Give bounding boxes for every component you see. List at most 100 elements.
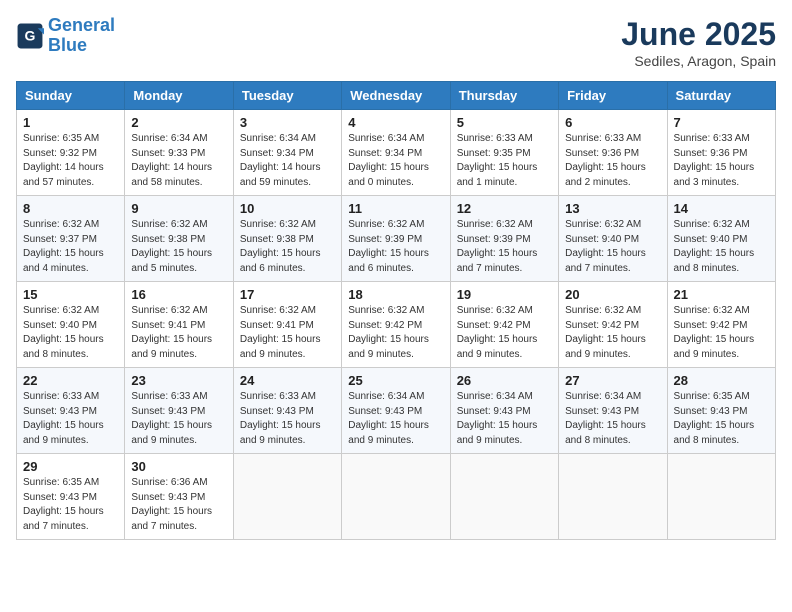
title-block: June 2025 Sediles, Aragon, Spain: [621, 16, 776, 69]
calendar-header-row: SundayMondayTuesdayWednesdayThursdayFrid…: [17, 82, 776, 110]
logo-name: General Blue: [48, 16, 115, 56]
day-number: 17: [240, 287, 335, 302]
day-number: 10: [240, 201, 335, 216]
day-number: 12: [457, 201, 552, 216]
day-number: 25: [348, 373, 443, 388]
page-header: G General Blue June 2025 Sediles, Aragon…: [16, 16, 776, 69]
calendar-cell: 9 Sunrise: 6:32 AMSunset: 9:38 PMDaylight…: [125, 196, 233, 282]
calendar-cell: 27 Sunrise: 6:34 AMSunset: 9:43 PMDayligh…: [559, 368, 667, 454]
calendar-cell: 18 Sunrise: 6:32 AMSunset: 9:42 PMDayligh…: [342, 282, 450, 368]
calendar-cell: 5 Sunrise: 6:33 AMSunset: 9:35 PMDaylight…: [450, 110, 558, 196]
day-info: Sunrise: 6:33 AMSunset: 9:43 PMDaylight:…: [131, 390, 226, 448]
day-number: 19: [457, 287, 552, 302]
day-number: 11: [348, 201, 443, 216]
day-info: Sunrise: 6:33 AMSunset: 9:43 PMDaylight:…: [240, 390, 335, 448]
day-info: Sunrise: 6:32 AMSunset: 9:42 PMDaylight:…: [674, 304, 769, 362]
day-info: Sunrise: 6:32 AMSunset: 9:42 PMDaylight:…: [457, 304, 552, 362]
day-info: Sunrise: 6:36 AMSunset: 9:43 PMDaylight:…: [131, 476, 226, 534]
day-info: Sunrise: 6:35 AMSunset: 9:43 PMDaylight:…: [23, 476, 118, 534]
calendar-cell: 23 Sunrise: 6:33 AMSunset: 9:43 PMDayligh…: [125, 368, 233, 454]
calendar-cell: 10 Sunrise: 6:32 AMSunset: 9:38 PMDayligh…: [233, 196, 341, 282]
calendar-cell: 17 Sunrise: 6:32 AMSunset: 9:41 PMDayligh…: [233, 282, 341, 368]
day-number: 28: [674, 373, 769, 388]
calendar-cell: 19 Sunrise: 6:32 AMSunset: 9:42 PMDayligh…: [450, 282, 558, 368]
day-info: Sunrise: 6:34 AMSunset: 9:43 PMDaylight:…: [565, 390, 660, 448]
day-info: Sunrise: 6:32 AMSunset: 9:37 PMDaylight:…: [23, 218, 118, 276]
calendar-cell: [667, 454, 775, 540]
day-number: 13: [565, 201, 660, 216]
day-number: 4: [348, 115, 443, 130]
day-number: 3: [240, 115, 335, 130]
day-info: Sunrise: 6:32 AMSunset: 9:41 PMDaylight:…: [131, 304, 226, 362]
day-info: Sunrise: 6:32 AMSunset: 9:40 PMDaylight:…: [565, 218, 660, 276]
calendar-cell: 2Sunrise: 6:34 AMSunset: 9:33 PMDaylight…: [125, 110, 233, 196]
day-info: Sunrise: 6:32 AMSunset: 9:41 PMDaylight:…: [240, 304, 335, 362]
calendar-cell: 13 Sunrise: 6:32 AMSunset: 9:40 PMDayligh…: [559, 196, 667, 282]
day-number: 16: [131, 287, 226, 302]
day-number: 26: [457, 373, 552, 388]
day-number: 27: [565, 373, 660, 388]
calendar-cell: 15Sunrise: 6:32 AMSunset: 9:40 PMDayligh…: [17, 282, 125, 368]
day-info: Sunrise: 6:32 AMSunset: 9:38 PMDaylight:…: [131, 218, 226, 276]
calendar-table: SundayMondayTuesdayWednesdayThursdayFrid…: [16, 81, 776, 540]
weekday-header-saturday: Saturday: [667, 82, 775, 110]
day-info: Sunrise: 6:32 AMSunset: 9:38 PMDaylight:…: [240, 218, 335, 276]
calendar-week-1: 1 Sunrise: 6:35 AMSunset: 9:32 PMDaylight…: [17, 110, 776, 196]
calendar-cell: 8 Sunrise: 6:32 AMSunset: 9:37 PMDaylight…: [17, 196, 125, 282]
month-title: June 2025: [621, 16, 776, 53]
day-info: Sunrise: 6:34 AMSunset: 9:43 PMDaylight:…: [348, 390, 443, 448]
day-number: 5: [457, 115, 552, 130]
calendar-cell: 26 Sunrise: 6:34 AMSunset: 9:43 PMDayligh…: [450, 368, 558, 454]
calendar-cell: 30 Sunrise: 6:36 AMSunset: 9:43 PMDayligh…: [125, 454, 233, 540]
svg-text:G: G: [25, 27, 36, 43]
calendar-week-2: 8 Sunrise: 6:32 AMSunset: 9:37 PMDaylight…: [17, 196, 776, 282]
calendar-cell: 12 Sunrise: 6:32 AMSunset: 9:39 PMDayligh…: [450, 196, 558, 282]
day-info: Sunrise: 6:33 AMSunset: 9:35 PMDaylight:…: [457, 132, 552, 190]
logo: G General Blue: [16, 16, 115, 56]
day-info: Sunrise: 6:35 AMSunset: 9:43 PMDaylight:…: [674, 390, 769, 448]
day-number: 21: [674, 287, 769, 302]
day-info: Sunrise: 6:32 AMSunset: 9:42 PMDaylight:…: [348, 304, 443, 362]
weekday-header-sunday: Sunday: [17, 82, 125, 110]
calendar-cell: 1 Sunrise: 6:35 AMSunset: 9:32 PMDaylight…: [17, 110, 125, 196]
calendar-cell: 25 Sunrise: 6:34 AMSunset: 9:43 PMDayligh…: [342, 368, 450, 454]
day-number: 18: [348, 287, 443, 302]
weekday-header-thursday: Thursday: [450, 82, 558, 110]
day-number: 22: [23, 373, 118, 388]
calendar-week-3: 15Sunrise: 6:32 AMSunset: 9:40 PMDayligh…: [17, 282, 776, 368]
calendar-cell: [233, 454, 341, 540]
day-number: 1: [23, 115, 118, 130]
day-info: Sunrise: 6:34 AMSunset: 9:43 PMDaylight:…: [457, 390, 552, 448]
calendar-cell: 3Sunrise: 6:34 AMSunset: 9:34 PMDaylight…: [233, 110, 341, 196]
calendar-cell: 22 Sunrise: 6:33 AMSunset: 9:43 PMDayligh…: [17, 368, 125, 454]
day-info: Sunrise: 6:34 AMSunset: 9:34 PMDaylight:…: [348, 132, 443, 190]
day-number: 7: [674, 115, 769, 130]
calendar-cell: 4 Sunrise: 6:34 AMSunset: 9:34 PMDaylight…: [342, 110, 450, 196]
calendar-cell: 11 Sunrise: 6:32 AMSunset: 9:39 PMDayligh…: [342, 196, 450, 282]
day-number: 24: [240, 373, 335, 388]
calendar-cell: 24 Sunrise: 6:33 AMSunset: 9:43 PMDayligh…: [233, 368, 341, 454]
weekday-header-wednesday: Wednesday: [342, 82, 450, 110]
location-subtitle: Sediles, Aragon, Spain: [621, 53, 776, 69]
weekday-header-friday: Friday: [559, 82, 667, 110]
day-info: Sunrise: 6:32 AMSunset: 9:39 PMDaylight:…: [457, 218, 552, 276]
calendar-cell: [559, 454, 667, 540]
day-number: 8: [23, 201, 118, 216]
day-number: 29: [23, 459, 118, 474]
day-number: 23: [131, 373, 226, 388]
day-number: 2: [131, 115, 226, 130]
day-number: 9: [131, 201, 226, 216]
day-number: 30: [131, 459, 226, 474]
day-number: 20: [565, 287, 660, 302]
day-info: Sunrise: 6:35 AMSunset: 9:32 PMDaylight:…: [23, 132, 118, 190]
day-info: Sunrise: 6:33 AMSunset: 9:36 PMDaylight:…: [565, 132, 660, 190]
day-info: Sunrise: 6:33 AMSunset: 9:43 PMDaylight:…: [23, 390, 118, 448]
day-number: 14: [674, 201, 769, 216]
calendar-cell: 7Sunrise: 6:33 AMSunset: 9:36 PMDaylight…: [667, 110, 775, 196]
day-info: Sunrise: 6:32 AMSunset: 9:40 PMDaylight:…: [23, 304, 118, 362]
calendar-cell: 21 Sunrise: 6:32 AMSunset: 9:42 PMDayligh…: [667, 282, 775, 368]
day-info: Sunrise: 6:32 AMSunset: 9:39 PMDaylight:…: [348, 218, 443, 276]
weekday-header-tuesday: Tuesday: [233, 82, 341, 110]
day-info: Sunrise: 6:32 AMSunset: 9:42 PMDaylight:…: [565, 304, 660, 362]
calendar-cell: 14Sunrise: 6:32 AMSunset: 9:40 PMDayligh…: [667, 196, 775, 282]
